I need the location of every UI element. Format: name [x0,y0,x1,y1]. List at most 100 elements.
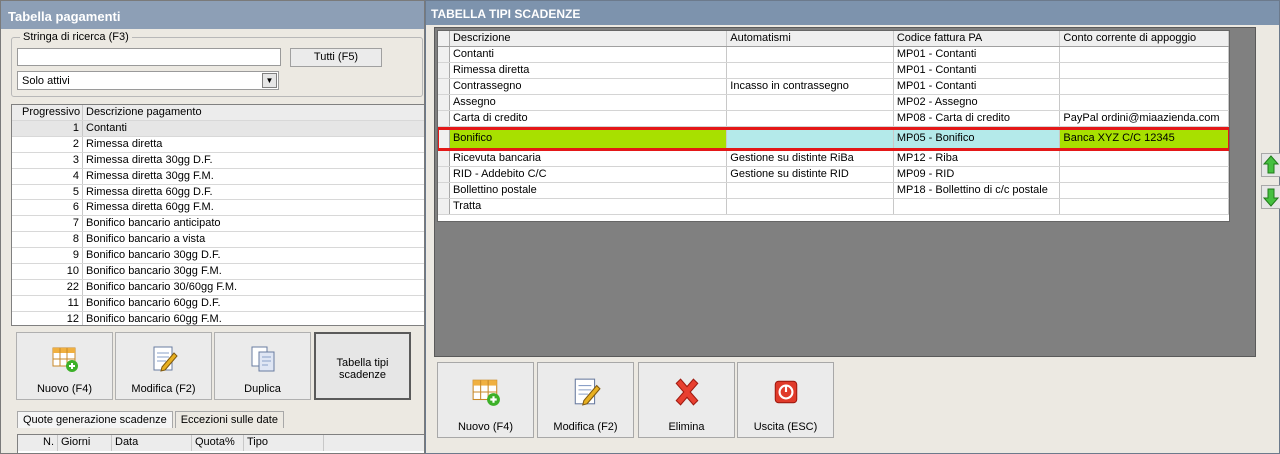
column-header[interactable]: N. [18,435,58,451]
automatismi-cell[interactable]: Incasso in contrassegno [727,79,894,94]
uscita-button[interactable]: Uscita (ESC) [737,362,834,438]
tabella-tipi-scadenze-button[interactable]: Tabella tipi scadenze [314,332,411,400]
conto-corrente-cell[interactable]: Banca XYZ C/C 12345 [1060,129,1229,148]
column-header[interactable]: Descrizione pagamento [83,105,424,120]
descrizione-cell[interactable]: Rimessa diretta [450,63,728,78]
table-row[interactable]: Rimessa diretta MP01 - Contanti [438,63,1229,79]
conto-corrente-cell[interactable] [1060,79,1229,94]
row-gutter[interactable] [438,63,450,78]
descrizione-cell[interactable]: Contrassegno [450,79,728,94]
table-row[interactable]: Carta di credito MP08 - Carta di credito P… [438,111,1229,127]
table-row[interactable]: 8 Bonifico bancario a vista [12,232,424,249]
column-header[interactable]: Automatismi [727,31,894,46]
table-row[interactable]: 6 Rimessa diretta 60gg F.M. [12,200,424,217]
table-row[interactable]: 5 Rimessa diretta 60gg D.F. [12,184,424,201]
automatismi-cell[interactable] [727,111,894,126]
table-row[interactable]: 12 Bonifico bancario 60gg F.M. [12,311,424,325]
descrizione-cell[interactable]: Bonifico [449,129,728,148]
tab-quote-generazione[interactable]: Quote generazione scadenze [17,411,173,428]
column-header[interactable]: Codice fattura PA [894,31,1061,46]
codice-fattura-cell[interactable]: MP12 - Riba [894,151,1061,166]
table-row[interactable]: 22 Bonifico bancario 30/60gg F.M. [12,279,424,296]
elimina-button[interactable]: Elimina [638,362,735,438]
automatismi-cell[interactable] [727,95,894,110]
row-gutter[interactable] [438,95,450,110]
table-row[interactable]: Assegno MP02 - Assegno [438,95,1229,111]
column-header[interactable]: Quota% [192,435,244,451]
automatismi-cell[interactable]: Gestione su distinte RID [727,167,894,182]
table-row[interactable]: RID - Addebito C/C Gestione su distinte R… [438,167,1229,183]
automatismi-cell[interactable] [727,63,894,78]
codice-fattura-cell[interactable]: MP05 - Bonifico [894,129,1061,148]
conto-corrente-cell[interactable] [1060,63,1229,78]
tab-eccezioni-date[interactable]: Eccezioni sulle date [174,411,284,428]
automatismi-cell[interactable]: Gestione su distinte RiBa [727,151,894,166]
descrizione-cell[interactable]: Ricevuta bancaria [450,151,728,166]
descrizione-cell[interactable]: Carta di credito [450,111,728,126]
table-row[interactable]: 4 Rimessa diretta 30gg F.M. [12,168,424,185]
codice-fattura-cell[interactable]: MP01 - Contanti [894,47,1061,62]
column-header[interactable]: Conto corrente di appoggio [1060,31,1229,46]
conto-corrente-cell[interactable] [1060,47,1229,62]
conto-corrente-cell[interactable] [1060,167,1229,182]
tutti-button[interactable]: Tutti (F5) [290,48,382,67]
automatismi-cell[interactable] [727,183,894,198]
search-input[interactable] [17,48,281,66]
column-header[interactable]: Descrizione [450,31,728,46]
nuovo-button[interactable]: Nuovo (F4) [16,332,113,400]
codice-fattura-cell[interactable]: MP01 - Contanti [894,63,1061,78]
table-row[interactable]: 10 Bonifico bancario 30gg F.M. [12,264,424,280]
codice-fattura-cell[interactable]: MP09 - RID [894,167,1061,182]
descrizione-cell[interactable]: Tratta [450,199,728,214]
table-row[interactable]: Tratta [438,199,1229,215]
descrizione-cell[interactable]: Bollettino postale [450,183,728,198]
row-gutter[interactable] [438,47,450,62]
chevron-down-icon[interactable]: ▼ [262,73,277,88]
conto-corrente-cell[interactable] [1060,183,1229,198]
filter-select[interactable]: Solo attivi ▼ [17,71,279,90]
codice-fattura-cell[interactable]: MP08 - Carta di credito [894,111,1061,126]
conto-corrente-cell[interactable] [1060,151,1229,166]
column-header[interactable]: Progressivo [12,105,83,120]
row-gutter[interactable] [438,167,450,182]
conto-corrente-cell[interactable] [1060,199,1229,214]
move-down-button[interactable] [1261,185,1280,209]
table-row[interactable]: 3 Rimessa diretta 30gg D.F. [12,152,424,169]
table-row[interactable]: 9 Bonifico bancario 30gg D.F. [12,248,424,265]
column-header[interactable]: Tipo [244,435,324,451]
table-row[interactable]: Ricevuta bancaria Gestione su distinte Ri… [438,151,1229,167]
move-up-button[interactable] [1261,153,1280,177]
row-gutter[interactable] [438,111,450,126]
nuovo-button[interactable]: Nuovo (F4) [437,362,534,438]
table-row[interactable]: 7 Bonifico bancario anticipato [12,216,424,233]
automatismi-cell[interactable] [727,199,894,214]
row-gutter[interactable] [438,79,450,94]
table-row[interactable]: Bollettino postale MP18 - Bollettino di c… [438,183,1229,199]
codice-fattura-cell[interactable]: MP02 - Assegno [894,95,1061,110]
table-row[interactable]: Contrassegno Incasso in contrassegno MP01 … [438,79,1229,95]
automatismi-cell[interactable] [727,47,894,62]
duplica-button[interactable]: Duplica [214,332,311,400]
table-row[interactable]: 11 Bonifico bancario 60gg D.F. [12,295,424,312]
column-header[interactable]: Data [112,435,192,451]
modifica-button[interactable]: Modifica (F2) [537,362,634,438]
automatismi-cell[interactable] [727,129,894,148]
table-row[interactable]: 2 Rimessa diretta [12,136,424,153]
column-header[interactable]: Giorni [58,435,112,451]
table-row[interactable]: 1 Contanti [12,121,424,137]
conto-corrente-cell[interactable] [1060,95,1229,110]
codice-fattura-cell[interactable]: MP01 - Contanti [894,79,1061,94]
descrizione-cell[interactable]: RID - Addebito C/C [450,167,728,182]
modifica-button[interactable]: Modifica (F2) [115,332,212,400]
row-gutter[interactable] [438,199,450,214]
descrizione-cell[interactable]: Assegno [450,95,728,110]
row-gutter[interactable] [438,129,450,148]
codice-fattura-cell[interactable]: MP18 - Bollettino di c/c postale [894,183,1061,198]
conto-corrente-cell[interactable]: PayPal ordini@miaazienda.com [1060,111,1229,126]
table-row[interactable]: Contanti MP01 - Contanti [438,47,1229,63]
table-row-selected[interactable]: Bonifico MP05 - Bonifico Banca XYZ C/C 123… [438,127,1229,151]
codice-fattura-cell[interactable] [894,199,1061,214]
descrizione-cell[interactable]: Contanti [450,47,728,62]
row-gutter[interactable] [438,151,450,166]
row-gutter[interactable] [438,183,450,198]
